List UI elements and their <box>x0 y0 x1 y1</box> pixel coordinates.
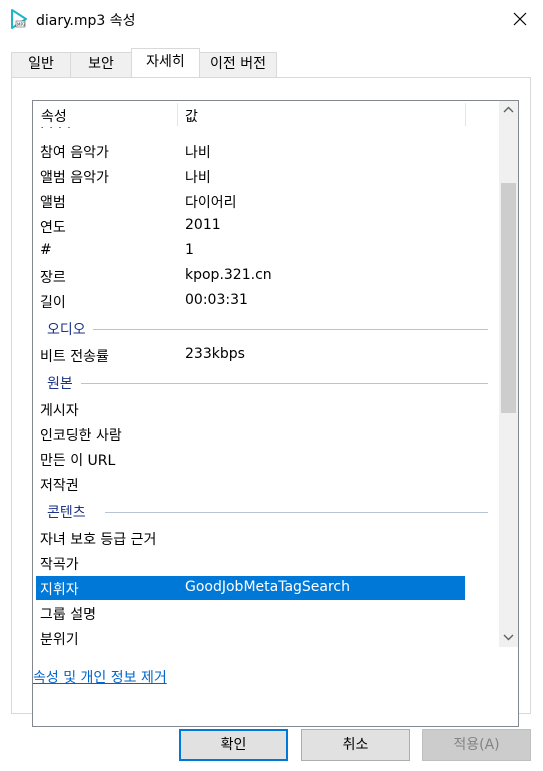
property-key: 앨범 음악가 <box>40 170 109 186</box>
property-value: 나비 <box>185 170 211 186</box>
title-bar: MP3 diary.mp3 속성 <box>0 0 543 38</box>
list-item[interactable]: 길이 00:03:31 <box>36 289 465 313</box>
group-header-audio: 오디오 <box>33 317 498 341</box>
chevron-up-icon <box>503 106 514 113</box>
column-header-value[interactable]: 값 <box>185 106 198 126</box>
list-header: 속성 값 <box>33 101 498 127</box>
scroll-down-button[interactable] <box>499 628 518 647</box>
property-key: 만든 이 URL <box>40 453 116 469</box>
window-title: diary.mp3 속성 <box>36 13 136 29</box>
property-key: 자녀 보호 등급 근거 <box>40 532 157 548</box>
list-item[interactable]: 참여 음악가 나비 <box>36 139 465 163</box>
property-key: # <box>40 242 52 258</box>
property-value: 2011 <box>185 217 221 233</box>
tab-previous-versions[interactable]: 이전 버전 <box>199 52 277 77</box>
property-key: 참여 음악가 <box>40 145 109 161</box>
group-label: 콘텐츠 <box>47 505 86 521</box>
list-item[interactable]: 인코딩한 사람 <box>36 422 465 446</box>
group-label: 원본 <box>47 376 73 392</box>
list-item[interactable]: 그룹 설명 <box>36 601 465 625</box>
property-value: 233kbps <box>185 346 245 362</box>
property-key: 게시자 <box>40 403 79 419</box>
tab-details[interactable]: 자세히 <box>131 48 200 78</box>
list-item[interactable]: 분위기 <box>36 626 465 650</box>
column-divider[interactable] <box>465 103 466 126</box>
property-value: 나비 <box>185 145 211 161</box>
list-item[interactable]: # 1 <box>36 239 465 263</box>
close-button[interactable] <box>507 6 533 32</box>
list-item[interactable]: 게시자 <box>36 397 465 421</box>
property-key: 저작권 <box>40 478 79 494</box>
property-key: 연도 <box>40 220 66 236</box>
property-key: 길이 <box>40 295 66 311</box>
vertical-scrollbar[interactable] <box>499 101 518 647</box>
scroll-up-button[interactable] <box>499 101 518 120</box>
group-label: 오디오 <box>47 322 86 338</box>
property-key: 작곡가 <box>40 557 79 573</box>
group-header-origin: 원본 <box>33 371 498 395</box>
list-item-selected[interactable]: 지휘자 GoodJobMetaTagSearch <box>36 576 465 600</box>
property-value: 1 <box>185 242 194 258</box>
list-item[interactable]: 비트 전송률 233kbps <box>36 343 465 367</box>
cancel-button[interactable]: 취소 <box>301 729 410 761</box>
property-key: 장르 <box>40 270 66 286</box>
list-item[interactable]: 앨범 음악가 나비 <box>36 164 465 188</box>
list-rows: · · · · 참여 음악가 나비 앨범 음악가 나비 앨범 다이어리 연도 2… <box>33 127 498 725</box>
tab-security[interactable]: 보안 <box>70 52 132 77</box>
remove-properties-link[interactable]: 속성 및 개인 정보 제거 <box>33 667 167 687</box>
close-icon <box>513 12 527 26</box>
column-divider[interactable] <box>177 103 178 126</box>
media-file-icon: MP3 <box>9 9 29 29</box>
chevron-down-icon <box>503 634 514 641</box>
group-divider <box>93 329 488 330</box>
list-item[interactable]: 연도 2011 <box>36 214 465 238</box>
property-key: 지휘자 <box>40 582 79 598</box>
group-divider <box>105 512 488 513</box>
property-list[interactable]: 속성 값 · · · · 참여 음악가 나비 앨범 음악가 나비 앨범 다이어리… <box>32 100 519 727</box>
list-item[interactable]: 만든 이 URL <box>36 447 465 471</box>
group-header-content: 콘텐츠 <box>33 500 498 524</box>
property-key: 분위기 <box>40 632 79 648</box>
list-item[interactable]: 앨범 다이어리 <box>36 189 465 213</box>
property-value: 00:03:31 <box>185 292 248 308</box>
tab-bar: 일반 보안 자세히 이전 버전 <box>0 38 543 78</box>
property-value: kpop.321.cn <box>185 267 272 283</box>
apply-button[interactable]: 적용(A) <box>422 729 531 761</box>
svg-text:MP3: MP3 <box>17 22 26 27</box>
column-header-property[interactable]: 속성 <box>41 106 67 126</box>
property-key: 그룹 설명 <box>40 607 96 623</box>
scroll-thumb[interactable] <box>501 183 516 413</box>
list-item[interactable]: 저작권 <box>36 472 465 496</box>
property-value: 다이어리 <box>185 195 237 211</box>
ok-button[interactable]: 확인 <box>179 729 288 761</box>
property-key: 앨범 <box>40 195 66 211</box>
list-item[interactable]: 장르 kpop.321.cn <box>36 264 465 288</box>
tab-general[interactable]: 일반 <box>11 52 71 77</box>
list-item[interactable]: 작곡가 <box>36 551 465 575</box>
property-key: 비트 전송률 <box>40 349 109 365</box>
group-divider <box>81 383 488 384</box>
property-value: GoodJobMetaTagSearch <box>185 579 351 595</box>
property-key: 인코딩한 사람 <box>40 428 122 444</box>
list-item[interactable]: 자녀 보호 등급 근거 <box>36 526 465 550</box>
property-key: · · · · <box>40 127 72 136</box>
